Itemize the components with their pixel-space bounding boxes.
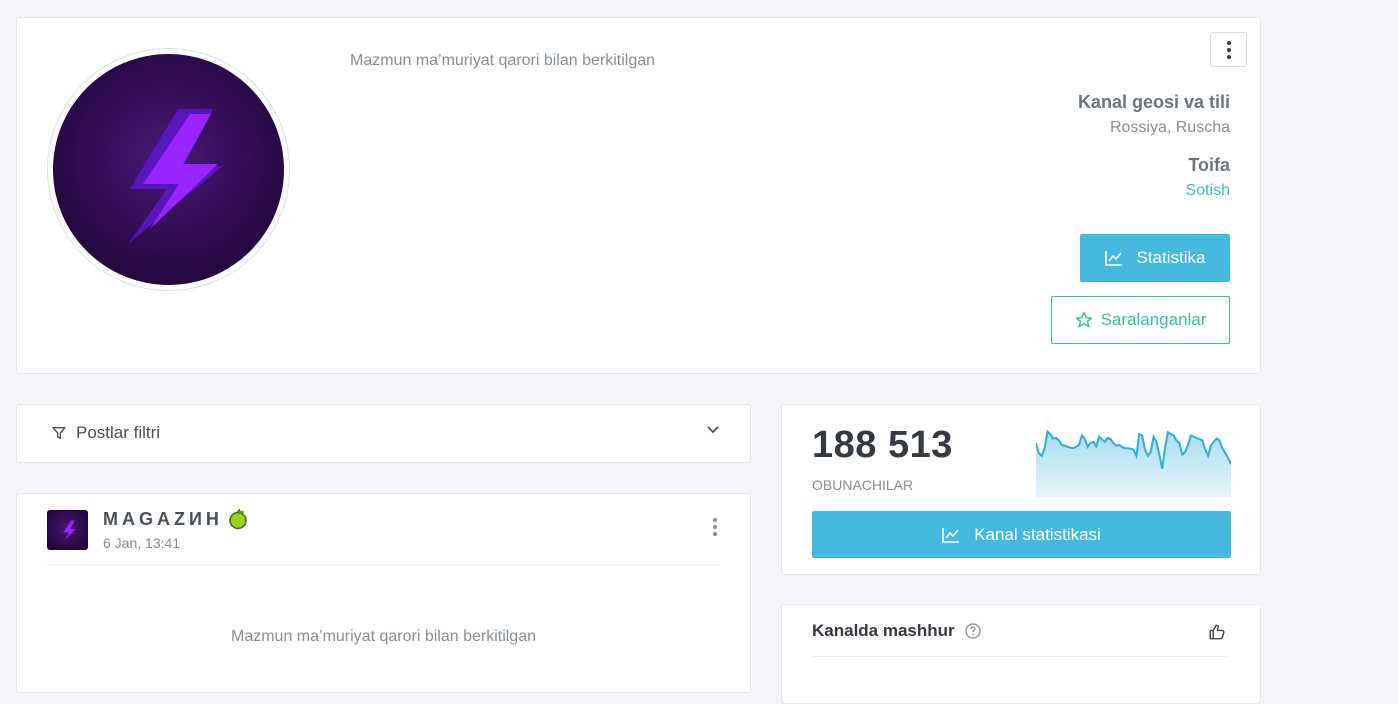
geo-value: Rossiya, Ruscha — [1109, 119, 1230, 136]
thumbs-up-icon[interactable] — [1208, 623, 1226, 641]
subscribers-count: 188 513 — [812, 424, 953, 466]
popular-title: Kanalda mashhur — [812, 621, 981, 641]
chart-line-icon — [1104, 251, 1122, 266]
post-channel-name[interactable]: MAGAZИН — [103, 508, 249, 530]
posts-filter-card[interactable]: Postlar filtri — [16, 404, 751, 463]
statistics-button[interactable]: Statistika — [1080, 234, 1230, 282]
popular-card: Kanalda mashhur — [781, 604, 1261, 704]
category-label: Toifa — [1188, 155, 1230, 175]
chevron-down-icon[interactable] — [706, 423, 720, 437]
help-icon[interactable] — [965, 623, 981, 639]
channel-avatar — [47, 48, 290, 291]
geo-info: Kanal geosi va tili Rossiya, Ruscha — [1078, 92, 1230, 137]
divider — [47, 564, 720, 565]
green-apple-icon — [229, 508, 247, 530]
category-link[interactable]: Sotish — [1186, 182, 1230, 200]
star-icon — [1075, 311, 1092, 328]
statistics-button-label: Statistika — [1136, 248, 1206, 267]
subscribers-sparkline — [1036, 429, 1231, 497]
channel-statistics-label: Kanal statistikasi — [974, 524, 1101, 544]
chart-line-icon — [942, 527, 960, 543]
channel-statistics-button[interactable]: Kanal statistikasi — [812, 511, 1231, 558]
subscribers-card: 188 513 OBUNACHILAR Kanal statistikasi — [781, 404, 1261, 575]
lightning-bolt-icon — [128, 109, 223, 244]
post-card: MAGAZИН 6 Jan, 13:41 Mazmun ma’muriyat q… — [16, 493, 751, 693]
post-options-button[interactable] — [713, 518, 717, 536]
posts-filter-label: Postlar filtri — [76, 423, 161, 442]
filter-icon — [52, 427, 66, 439]
category-info: Toifa Sotish — [1186, 155, 1230, 200]
favorites-button[interactable]: Saralanganlar — [1051, 296, 1230, 344]
post-channel-name-text: MAGAZИН — [103, 508, 223, 529]
channel-card: Mazmun ma’muriyat qarori bilan berkitilg… — [16, 17, 1261, 374]
favorites-button-label: Saralanganlar — [1100, 310, 1207, 329]
lightning-bolt-icon — [63, 520, 77, 541]
post-blocked-notice: Mazmun ma’muriyat qarori bilan berkitilg… — [230, 628, 536, 645]
subscribers-label: OBUNACHILAR — [812, 477, 914, 493]
post-avatar[interactable] — [47, 510, 88, 550]
geo-label: Kanal geosi va tili — [1077, 92, 1230, 112]
blocked-content-notice: Mazmun ma’muriyat qarori bilan berkitilg… — [350, 52, 656, 69]
popular-title-text: Kanalda mashhur — [812, 621, 955, 640]
channel-options-button[interactable] — [1210, 32, 1247, 67]
post-date: 6 Jan, 13:41 — [103, 535, 181, 551]
divider — [812, 656, 1230, 657]
